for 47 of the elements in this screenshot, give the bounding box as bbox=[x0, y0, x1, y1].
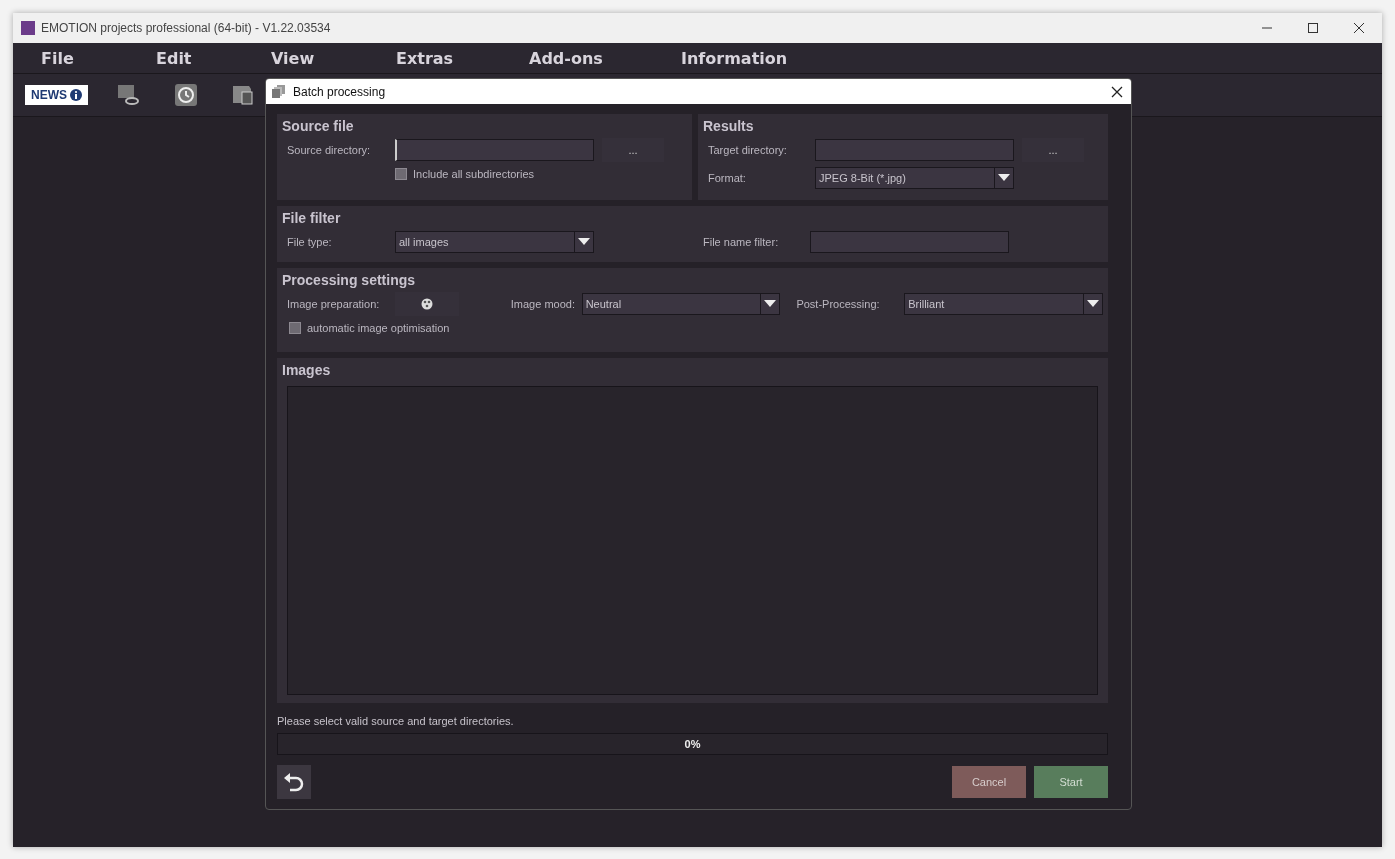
field-label: Source directory: bbox=[287, 144, 372, 156]
info-icon bbox=[70, 89, 82, 101]
palette-button[interactable] bbox=[394, 292, 459, 316]
section-heading: Processing settings bbox=[282, 272, 417, 288]
dropdown-arrow-icon bbox=[1087, 300, 1099, 308]
progress-reading: 0% bbox=[684, 738, 701, 750]
menu-item[interactable]: Edit bbox=[156, 48, 192, 68]
field-label: Image preparation: bbox=[287, 298, 381, 310]
field-label: Target directory: bbox=[708, 144, 788, 156]
section-heading: Results bbox=[703, 118, 755, 134]
menu-item[interactable]: Add-ons bbox=[529, 48, 603, 68]
field-label: Post-Processing: bbox=[796, 298, 881, 310]
field-label: Format: bbox=[708, 172, 747, 184]
section-heading: Images bbox=[282, 362, 332, 378]
dropdown[interactable]: Brilliant bbox=[904, 293, 1103, 315]
dialog-title: Batch processing bbox=[293, 84, 387, 99]
input-field[interactable] bbox=[810, 231, 1009, 253]
status-message: Please select valid source and target directories. bbox=[277, 715, 515, 727]
news-button[interactable]: NEWS bbox=[25, 85, 88, 105]
field-label: Image mood: bbox=[510, 298, 576, 310]
menu-item[interactable]: View bbox=[271, 48, 315, 68]
browse-button[interactable]: ... bbox=[1022, 138, 1084, 162]
input-field[interactable] bbox=[815, 139, 1014, 161]
dropdown[interactable]: all images bbox=[395, 231, 594, 253]
dropdown-arrow-icon bbox=[578, 238, 590, 246]
field-label: File name filter: bbox=[703, 236, 780, 248]
input-field[interactable] bbox=[395, 139, 594, 161]
window-title: EMOTION projects professional (64-bit) - V1.22.03534 bbox=[41, 21, 332, 35]
browse-button[interactable]: ... bbox=[602, 138, 664, 162]
dropdown-arrow-icon bbox=[764, 300, 777, 308]
palette-icon bbox=[420, 298, 433, 310]
field-label: File type: bbox=[287, 236, 333, 248]
section-heading: Source file bbox=[282, 118, 355, 134]
app-icon bbox=[21, 21, 35, 35]
dropdown[interactable]: Neutral bbox=[581, 293, 781, 315]
undo-icon bbox=[283, 771, 305, 793]
checkbox[interactable]: automatic image optimisation bbox=[289, 322, 450, 334]
checkbox[interactable]: Include all subdirectories bbox=[395, 168, 535, 180]
menu-item[interactable]: Extras bbox=[396, 48, 454, 68]
dropdown-arrow-icon bbox=[998, 174, 1010, 182]
dropdown[interactable]: JPEG 8-Bit (*.jpg) bbox=[815, 167, 1014, 189]
menu-item[interactable]: File bbox=[41, 48, 74, 68]
section-heading: File filter bbox=[282, 210, 342, 226]
pages-icon bbox=[272, 85, 285, 98]
undo-button[interactable] bbox=[277, 765, 311, 799]
menu-item[interactable]: Information bbox=[681, 48, 788, 68]
cancel-button[interactable]: Cancel bbox=[952, 766, 1026, 798]
